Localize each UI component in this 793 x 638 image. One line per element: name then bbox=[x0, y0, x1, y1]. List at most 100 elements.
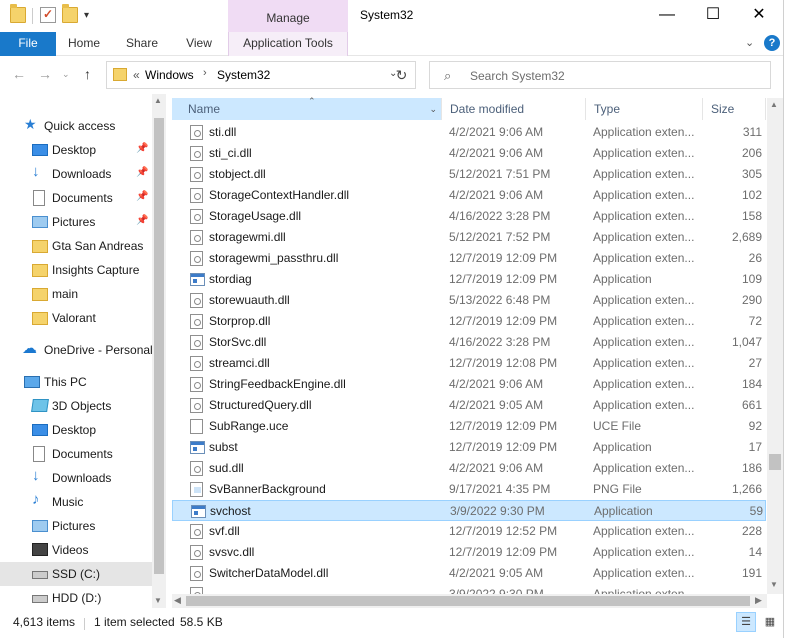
file-row[interactable]: Storprop.dll 12/7/2019 12:09 PM Applicatio… bbox=[172, 311, 766, 332]
file-row[interactable]: sti_ci.dll 4/2/2021 9:06 AM Application ex… bbox=[172, 143, 766, 164]
pin-icon[interactable]: 📌 bbox=[136, 215, 148, 226]
recent-locations-icon[interactable]: ⌄ bbox=[62, 69, 70, 80]
tab-view[interactable]: View bbox=[176, 32, 222, 56]
file-row[interactable]: svsvc.dll 12/7/2019 12:09 PM Application e… bbox=[172, 542, 766, 563]
nav-insights-capture[interactable]: Insights Capture bbox=[0, 258, 152, 282]
pin-icon[interactable]: 📌 bbox=[136, 167, 148, 178]
chevron-down-icon[interactable]: ⌄ bbox=[429, 98, 437, 120]
folder-icon[interactable] bbox=[10, 4, 26, 23]
maximize-button[interactable]: ☐ bbox=[690, 0, 736, 32]
scroll-left-icon[interactable]: ◀ bbox=[174, 595, 181, 606]
chevron-right-icon[interactable]: › bbox=[203, 67, 207, 79]
pin-icon[interactable]: 📌 bbox=[136, 191, 148, 202]
file-row[interactable]: sti.dll 4/2/2021 9:06 AM Application exten… bbox=[172, 122, 766, 143]
minimize-button[interactable]: — bbox=[644, 0, 690, 32]
drive-icon bbox=[32, 595, 48, 603]
forward-arrow-icon[interactable]: → bbox=[38, 66, 52, 82]
documents-icon bbox=[33, 446, 45, 462]
file-row[interactable]: storagewmi.dll 5/12/2021 7:52 PM Applicati… bbox=[172, 227, 766, 248]
breadcrumb-system32[interactable]: System32 bbox=[217, 68, 270, 82]
file-row[interactable]: subst 12/7/2019 12:09 PM Application 17 bbox=[172, 437, 766, 458]
nav-desktop[interactable]: Desktop 📌 bbox=[0, 138, 152, 162]
tab-home[interactable]: Home bbox=[60, 32, 108, 56]
nav-hdd-d[interactable]: HDD (D:) bbox=[0, 586, 152, 608]
nav-3d-objects[interactable]: 3D Objects bbox=[0, 394, 152, 418]
scroll-right-icon[interactable]: ▶ bbox=[755, 595, 762, 606]
file-size: 1,266 bbox=[731, 482, 762, 496]
file-row[interactable]: storagewmi_passthru.dll 12/7/2019 12:09 P… bbox=[172, 248, 766, 269]
expand-ribbon-icon[interactable]: ⌄ bbox=[745, 36, 754, 49]
nav-pc-desktop[interactable]: Desktop bbox=[0, 418, 152, 442]
column-header-name[interactable]: ⌃ Name ⌄ bbox=[172, 96, 442, 120]
nav-pictures[interactable]: Pictures 📌 bbox=[0, 210, 152, 234]
tab-file[interactable]: File bbox=[0, 32, 56, 56]
pin-icon[interactable]: 📌 bbox=[136, 143, 148, 154]
breadcrumb-overflow[interactable]: « bbox=[133, 68, 140, 82]
file-row[interactable]: StringFeedbackEngine.dll 4/2/2021 9:06 AM… bbox=[172, 374, 766, 395]
divider bbox=[32, 8, 33, 24]
nav-valorant[interactable]: Valorant bbox=[0, 306, 152, 330]
tab-application-tools[interactable]: Application Tools bbox=[228, 32, 348, 56]
large-icons-view-icon[interactable]: ▦ bbox=[760, 612, 780, 632]
nav-pc-pictures[interactable]: Pictures bbox=[0, 514, 152, 538]
scroll-down-icon[interactable]: ▼ bbox=[154, 596, 162, 605]
nav-ssd-c[interactable]: SSD (C:) bbox=[0, 562, 152, 586]
scroll-down-icon[interactable]: ▼ bbox=[770, 580, 778, 589]
file-row[interactable]: SubRange.uce 12/7/2019 12:09 PM UCE File 92 bbox=[172, 416, 766, 437]
nav-main[interactable]: main bbox=[0, 282, 152, 306]
nav-scrollbar-thumb[interactable] bbox=[154, 118, 164, 574]
nav-downloads[interactable]: ↓ Downloads 📌 bbox=[0, 162, 152, 186]
file-name: sud.dll bbox=[209, 461, 244, 475]
nav-videos[interactable]: Videos bbox=[0, 538, 152, 562]
help-icon[interactable]: ? bbox=[764, 35, 780, 51]
back-arrow-icon[interactable]: ← bbox=[12, 66, 26, 82]
horizontal-scrollbar-thumb[interactable] bbox=[186, 596, 750, 606]
file-row[interactable]: StorSvc.dll 4/16/2022 3:28 PM Application … bbox=[172, 332, 766, 353]
nav-gta-san-andreas[interactable]: Gta San Andreas bbox=[0, 234, 152, 258]
file-row[interactable]: stordiag 12/7/2019 12:09 PM Application 109 bbox=[172, 269, 766, 290]
file-row[interactable]: streamci.dll 12/7/2019 12:08 PM Applicatio… bbox=[172, 353, 766, 374]
file-list-vertical-scrollbar[interactable] bbox=[767, 98, 783, 594]
scroll-up-icon[interactable]: ▲ bbox=[770, 100, 778, 109]
file-row[interactable]: SwitcherDataModel.dll 4/2/2021 9:05 AM App… bbox=[172, 563, 766, 584]
vertical-scrollbar-thumb[interactable] bbox=[769, 454, 781, 470]
cloud-icon: ☁ bbox=[22, 340, 37, 357]
file-row[interactable]: svf.dll 12/7/2019 12:52 PM Application ext… bbox=[172, 521, 766, 542]
nav-this-pc[interactable]: This PC bbox=[0, 370, 152, 394]
nav-quick-access[interactable]: ★ Quick access bbox=[0, 114, 152, 138]
file-row[interactable]: svchost 3/9/2022 9:30 PM Application 59 bbox=[172, 500, 766, 521]
file-row[interactable]: ... 3/9/2022 9:30 PM Application exten....… bbox=[172, 584, 766, 594]
refresh-button[interactable]: ↻ bbox=[388, 61, 416, 89]
nav-documents[interactable]: Documents 📌 bbox=[0, 186, 152, 210]
details-view-icon[interactable]: ☰ bbox=[736, 612, 756, 632]
file-type: Application exten... bbox=[593, 188, 695, 202]
column-header-size[interactable]: Size bbox=[703, 98, 766, 120]
column-header-date[interactable]: Date modified bbox=[442, 98, 586, 120]
nav-onedrive[interactable]: ☁ OneDrive - Personal bbox=[0, 338, 153, 362]
address-row: ← → ⌄ ↑ « Windows › System32 ⌄ ↻ ⌕ Searc… bbox=[0, 56, 793, 94]
breadcrumb-windows[interactable]: Windows bbox=[145, 68, 194, 82]
tab-share[interactable]: Share bbox=[118, 32, 166, 56]
search-input[interactable]: ⌕ Search System32 bbox=[429, 61, 771, 89]
file-row[interactable]: sud.dll 4/2/2021 9:06 AM Application exten… bbox=[172, 458, 766, 479]
file-row[interactable]: StructuredQuery.dll 4/2/2021 9:05 AM Appli… bbox=[172, 395, 766, 416]
file-row[interactable]: StorageUsage.dll 4/16/2022 3:28 PM Applica… bbox=[172, 206, 766, 227]
file-row[interactable]: StorageContextHandler.dll 4/2/2021 9:06 A… bbox=[172, 185, 766, 206]
file-row[interactable]: storewuauth.dll 5/13/2022 6:48 PM Applicat… bbox=[172, 290, 766, 311]
nav-pc-documents[interactable]: Documents bbox=[0, 442, 152, 466]
up-arrow-icon[interactable]: ↑ bbox=[84, 66, 91, 82]
properties-icon[interactable] bbox=[40, 7, 56, 23]
file-date-modified: 9/17/2021 4:35 PM bbox=[449, 482, 551, 496]
customize-quick-access-icon[interactable]: ▾ bbox=[84, 10, 89, 21]
nav-pc-downloads[interactable]: ↓ Downloads bbox=[0, 466, 152, 490]
address-bar[interactable]: « Windows › System32 ⌄ bbox=[106, 61, 416, 89]
file-name: StorageContextHandler.dll bbox=[209, 188, 350, 202]
nav-music[interactable]: ♪ Music bbox=[0, 490, 152, 514]
file-row[interactable]: stobject.dll 5/12/2021 7:51 PM Application… bbox=[172, 164, 766, 185]
file-type: UCE File bbox=[593, 419, 642, 433]
new-folder-icon[interactable] bbox=[62, 4, 78, 23]
column-header-type[interactable]: Type bbox=[586, 98, 703, 120]
close-button[interactable]: ✕ bbox=[736, 0, 782, 32]
scroll-up-icon[interactable]: ▲ bbox=[154, 96, 162, 105]
file-row[interactable]: SvBannerBackground 9/17/2021 4:35 PM PNG F… bbox=[172, 479, 766, 500]
